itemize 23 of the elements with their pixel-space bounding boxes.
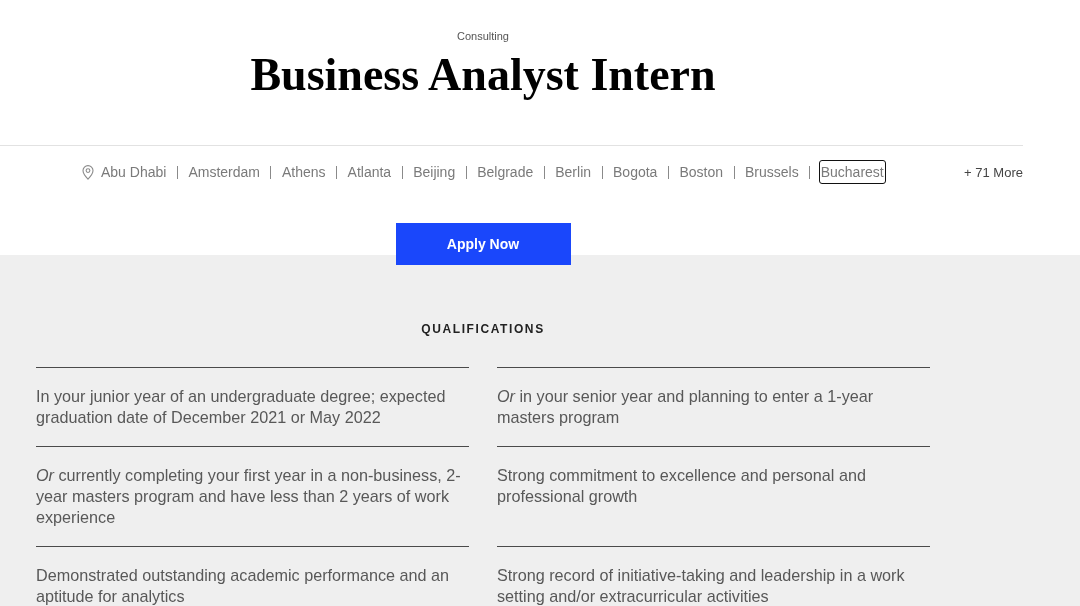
section-heading: QUALIFICATIONS (421, 322, 545, 336)
location-link[interactable]: Amsterdam (186, 160, 262, 184)
location-link[interactable]: Athens (279, 160, 328, 184)
apply-now-button[interactable]: Apply Now (395, 223, 571, 265)
location-link[interactable]: Beijing (411, 160, 458, 184)
qualification-text: Demonstrated outstanding academic performance and an aptitude for analytics (36, 565, 451, 606)
location-link[interactable]: Abu Dhabi (99, 160, 169, 184)
location-pin-icon (82, 164, 94, 180)
location-link[interactable]: Bucharest (818, 160, 886, 184)
qualification-text: Strong commitment to excellence and personal and professional growth (497, 465, 867, 507)
qualification-text: In your junior year of an undergraduate degree; expected graduation date of December 2021 or May 2022 (36, 386, 447, 428)
qualification-text: Or in your senior year and planning to enter a 1-year masters program (497, 386, 875, 428)
more-locations-link[interactable]: + 71 More (964, 164, 1023, 180)
location-link[interactable]: Atlanta (345, 160, 394, 184)
location-link[interactable]: Brussels (743, 160, 801, 184)
location-link[interactable]: Boston (677, 160, 725, 184)
location-link[interactable]: Berlin (553, 160, 594, 184)
location-link[interactable]: Bogota (611, 160, 660, 184)
location-link[interactable]: Belgrade (475, 160, 536, 184)
qualification-text: Strong record of initiative-taking and leadership in a work setting and/or extracurricular activities (497, 565, 906, 606)
job-title: Business Analyst Intern (250, 49, 716, 101)
job-category: Consulting (457, 29, 509, 43)
qualification-text: Or currently completing your first year in a non-business, 2-year masters program and have less than 2 years of work experience (36, 465, 462, 528)
